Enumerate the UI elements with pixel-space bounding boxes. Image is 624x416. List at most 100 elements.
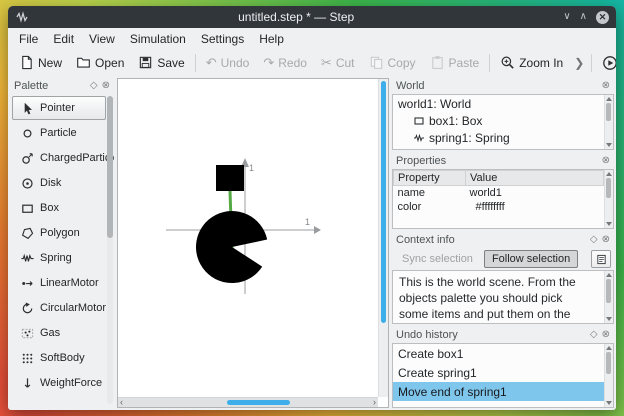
tree-item-spring1[interactable]: spring1: Spring [393,129,613,146]
palette-item-pointer[interactable]: Pointer [12,96,106,120]
menu-help[interactable]: Help [252,30,291,48]
follow-selection-button[interactable]: Follow selection [483,250,579,268]
palette-dock: Palette ◇ ⊗ Pointer Particle ChargedPart… [10,78,114,408]
palette-item-disk[interactable]: Disk [12,171,106,195]
palette-item-gas[interactable]: Gas [12,321,106,345]
world-canvas[interactable]: 1 1 ‹ › [117,78,389,408]
menu-file[interactable]: File [12,30,45,48]
open-button[interactable]: Open [69,53,131,72]
redo-arrow-icon: ↷ [263,55,275,70]
polygon-icon [21,227,34,239]
menu-view[interactable]: View [82,30,122,48]
app-icon [15,10,29,24]
redo-button[interactable]: ↷ Redo [256,54,314,72]
context-panel-title: Context info [396,234,455,246]
undo-item-selected[interactable]: Move end of spring1 [393,382,613,401]
scrollbar-thumb[interactable] [381,81,386,323]
undo-panel-title: Undo history [396,329,458,341]
canvas-horizontal-scrollbar[interactable]: ‹ › [118,397,378,407]
close-button[interactable]: ✕ [596,10,609,24]
document-icon [596,254,606,264]
right-dock-column: World ⊗ world1: World box1: Box spring1:… [392,78,614,408]
properties-scrollbar[interactable] [604,170,613,228]
close-panel-icon[interactable]: ⊗ [602,235,610,245]
titlebar[interactable]: untitled.step * — Step ∨ ∧ ✕ [8,6,616,28]
palette-item-box[interactable]: Box [12,196,106,220]
floppy-save-icon [140,56,152,69]
linear-motor-icon [22,280,33,286]
close-panel-icon[interactable]: ⊗ [602,156,610,166]
context-text-area: This is the world scene. From the object… [392,270,614,324]
undo-arrow-icon: ↶ [205,55,217,70]
menu-simulation[interactable]: Simulation [123,30,193,48]
float-panel-icon[interactable]: ◇ [90,81,98,91]
palette-list: Pointer Particle ChargedParticle Disk Bo… [10,94,114,408]
world-panel-header: World ⊗ [392,78,614,94]
property-row[interactable]: color #ffffffff [394,200,604,214]
sync-selection-button[interactable]: Sync selection [395,251,480,267]
folder-open-icon [77,57,90,68]
properties-table: Property Value name world1 color #ffffff… [393,170,604,214]
float-panel-icon[interactable]: ◇ [590,330,598,340]
undo-scrollbar[interactable] [604,344,613,407]
context-info-panel: Context info ◇ ⊗ Sync selection Follow s… [392,232,614,324]
zoom-in-button[interactable]: Zoom In [493,53,570,72]
undo-panel-header: Undo history ◇ ⊗ [392,327,614,343]
simulate-button[interactable]: Simulate [595,53,616,73]
scroll-left-arrow-icon[interactable]: ‹ [118,398,125,407]
main-area: Palette ◇ ⊗ Pointer Particle ChargedPart… [8,76,616,410]
palette-item-weightforce[interactable]: WeightForce [12,371,106,395]
toolbar-separator [489,53,491,72]
palette-item-circularmotor[interactable]: CircularMotor [12,296,106,320]
copy-icon [370,56,382,69]
palette-item-softbody[interactable]: SoftBody [12,346,106,370]
circular-motor-icon [22,302,33,313]
column-header-value[interactable]: Value [465,170,604,186]
desktop-wallpaper: untitled.step * — Step ∨ ∧ ✕ File Edit V… [0,0,624,416]
save-button[interactable]: Save [131,53,191,72]
new-button[interactable]: New [12,53,69,72]
canvas-vertical-scrollbar[interactable] [378,79,388,397]
menu-settings[interactable]: Settings [194,30,251,48]
close-panel-icon[interactable]: ⊗ [602,81,610,91]
copy-button[interactable]: Copy [362,53,423,72]
tree-item-box1[interactable]: box1: Box [393,112,613,129]
undo-item[interactable]: Create spring1 [393,363,613,382]
close-panel-icon[interactable]: ⊗ [602,330,610,340]
minimize-button[interactable]: ∨ [563,12,570,22]
open-in-browser-button[interactable] [591,250,611,268]
float-panel-icon[interactable]: ◇ [590,235,598,245]
toolbar-overflow-chevron[interactable]: ❯ [570,56,588,70]
menu-edit[interactable]: Edit [46,30,81,48]
context-scrollbar[interactable] [604,271,613,323]
disk1-object[interactable] [195,211,268,284]
properties-panel: Properties ⊗ Property Value name world1 [392,153,614,229]
world-scrollbar[interactable] [604,95,613,149]
palette-item-polygon[interactable]: Polygon [12,221,106,245]
cut-button[interactable]: ✂ Cut [314,54,362,72]
world-tree: world1: World box1: Box spring1: Spring [392,94,614,150]
tree-item-world1[interactable]: world1: World [393,95,613,112]
weight-force-icon [24,377,31,388]
palette-item-linearmotor[interactable]: LinearMotor [12,271,106,295]
toolbar-separator [591,53,593,72]
palette-title: Palette [14,80,49,92]
column-header-property[interactable]: Property [393,170,466,186]
undo-button[interactable]: ↶ Undo [199,54,257,72]
y-axis-tick-label: 1 [249,163,254,173]
palette-scrollbar[interactable] [107,96,113,404]
maximize-button[interactable]: ∧ [580,12,587,22]
property-row[interactable]: name world1 [394,186,604,200]
palette-item-chargedparticle[interactable]: ChargedParticle [12,146,114,170]
close-panel-icon[interactable]: ⊗ [102,81,110,91]
box1-object[interactable] [216,165,244,191]
softbody-icon [22,353,33,363]
spring-icon [21,253,34,261]
scrollbar-thumb[interactable] [227,400,290,405]
palette-item-particle[interactable]: Particle [12,121,106,145]
palette-item-spring[interactable]: Spring [12,246,106,270]
paste-button[interactable]: Paste [423,53,487,72]
undo-item[interactable]: Create box1 [393,344,613,363]
scroll-right-arrow-icon[interactable]: › [371,398,378,407]
toolbar-separator [194,53,196,72]
